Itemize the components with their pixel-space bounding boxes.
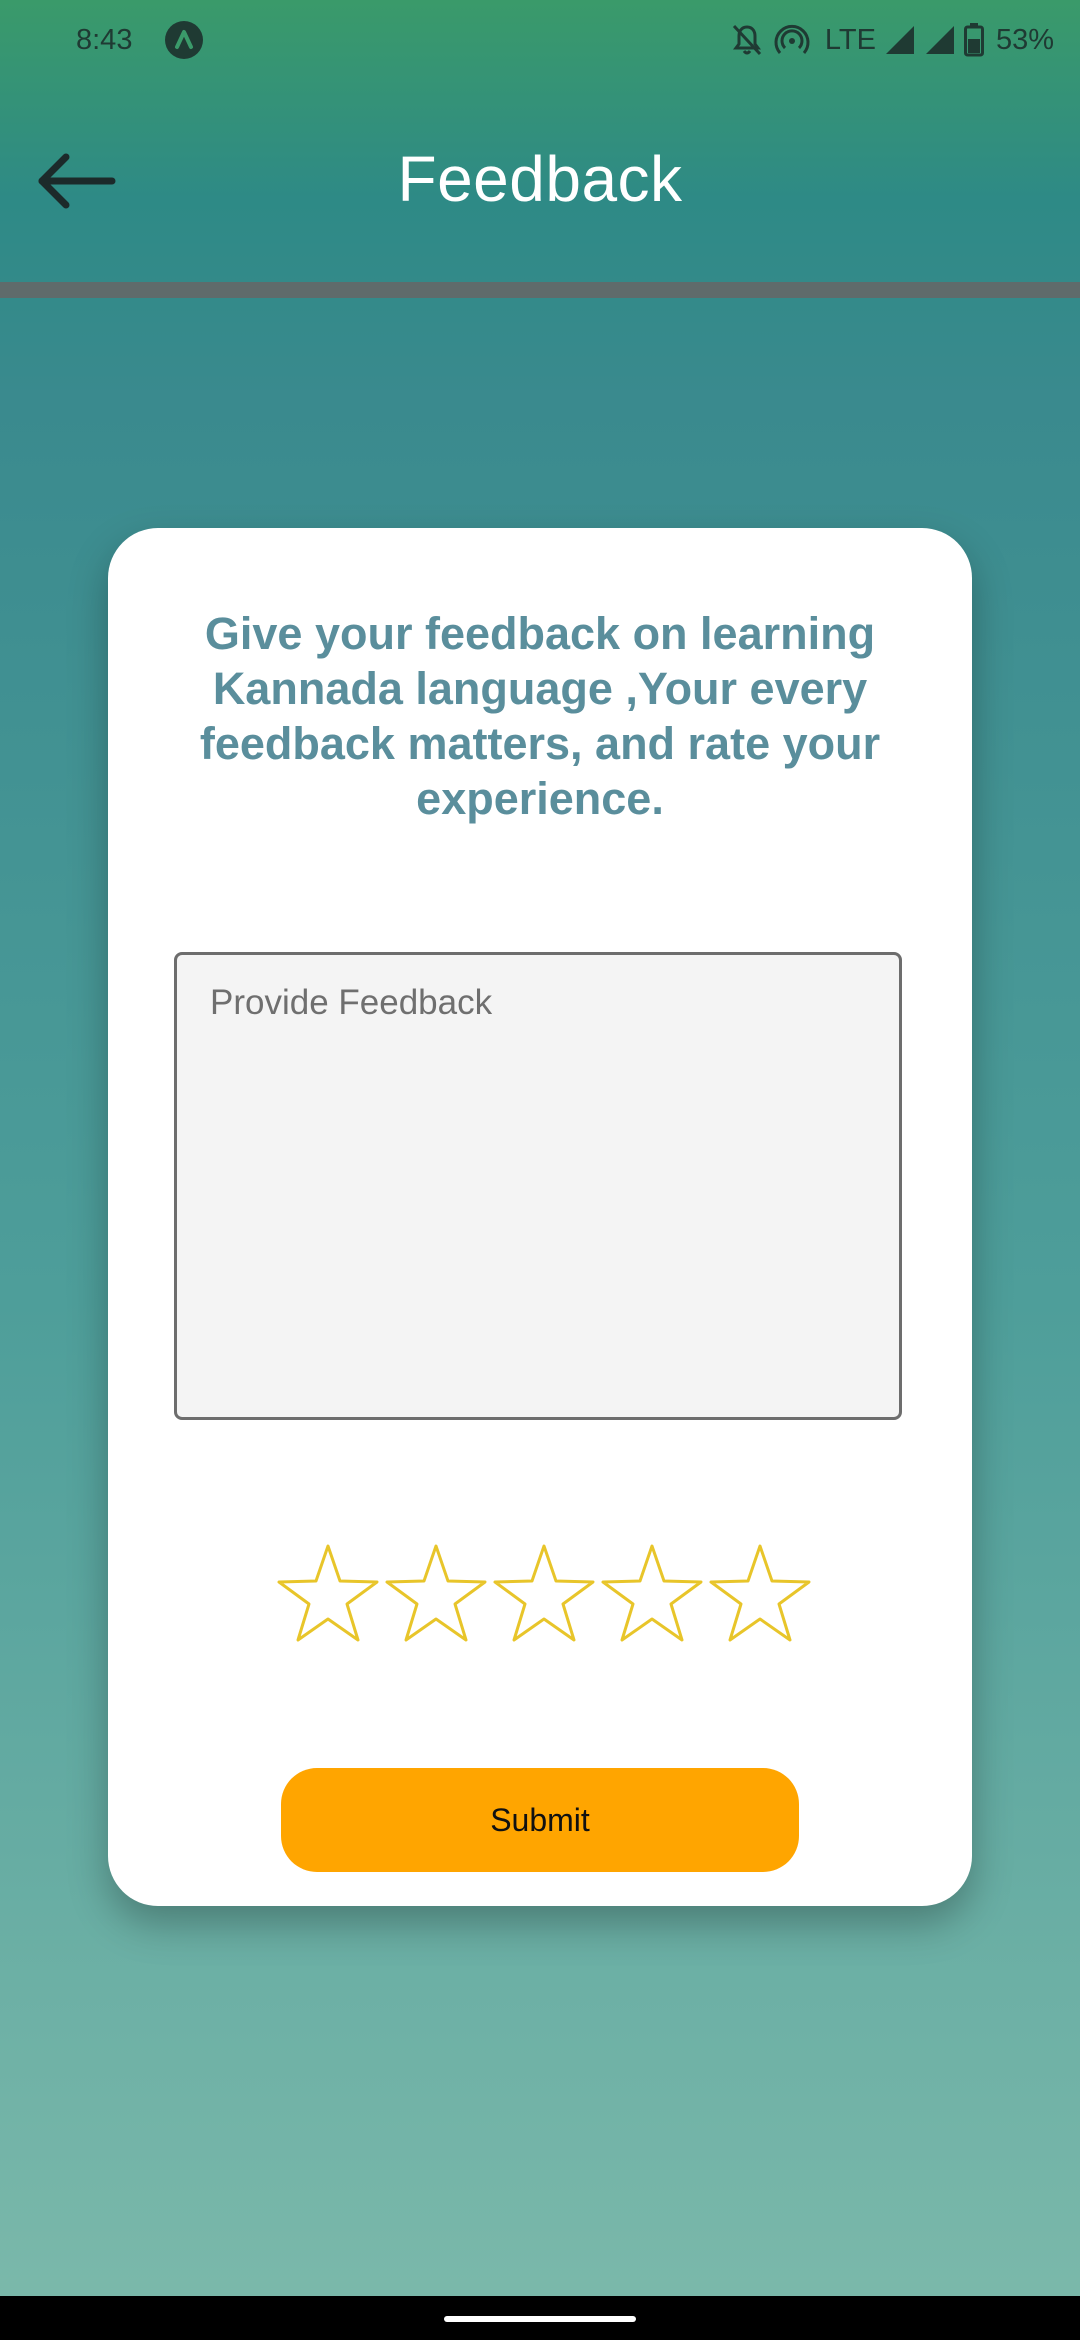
star-icon-3[interactable] bbox=[490, 1540, 598, 1650]
submit-button[interactable]: Submit bbox=[281, 1768, 799, 1872]
feedback-card: Give your feedback on learning Kannada l… bbox=[108, 528, 972, 1906]
battery-icon bbox=[963, 23, 984, 57]
star-icon-5[interactable] bbox=[706, 1540, 814, 1650]
notifications-off-icon bbox=[729, 22, 765, 58]
status-bar: 8:43 LTE 53% bbox=[0, 0, 1080, 80]
star-icon-4[interactable] bbox=[598, 1540, 706, 1650]
star-rating bbox=[274, 1540, 814, 1650]
app-bar: Feedback bbox=[0, 80, 1080, 280]
star-icon-1[interactable] bbox=[274, 1540, 382, 1650]
feedback-prompt: Give your feedback on learning Kannada l… bbox=[199, 608, 881, 824]
star-icon-2[interactable] bbox=[382, 1540, 490, 1650]
signal-icon-secondary bbox=[924, 24, 956, 56]
system-nav-bar bbox=[0, 2296, 1080, 2340]
app-notification-icon bbox=[164, 20, 204, 60]
feedback-screen: 8:43 LTE 53% Feedback Give your feedback… bbox=[0, 0, 1080, 2340]
status-icons: LTE 53% bbox=[729, 20, 1054, 60]
network-type-label: LTE bbox=[824, 23, 876, 56]
page-title: Feedback bbox=[397, 143, 683, 215]
home-gesture-handle[interactable] bbox=[444, 2316, 636, 2322]
feedback-input[interactable] bbox=[174, 952, 902, 1420]
battery-percentage: 53% bbox=[995, 23, 1054, 56]
signal-icon bbox=[884, 24, 916, 56]
hotspot-icon bbox=[773, 22, 811, 58]
header-divider bbox=[0, 282, 1080, 298]
status-time: 8:43 bbox=[76, 24, 133, 56]
